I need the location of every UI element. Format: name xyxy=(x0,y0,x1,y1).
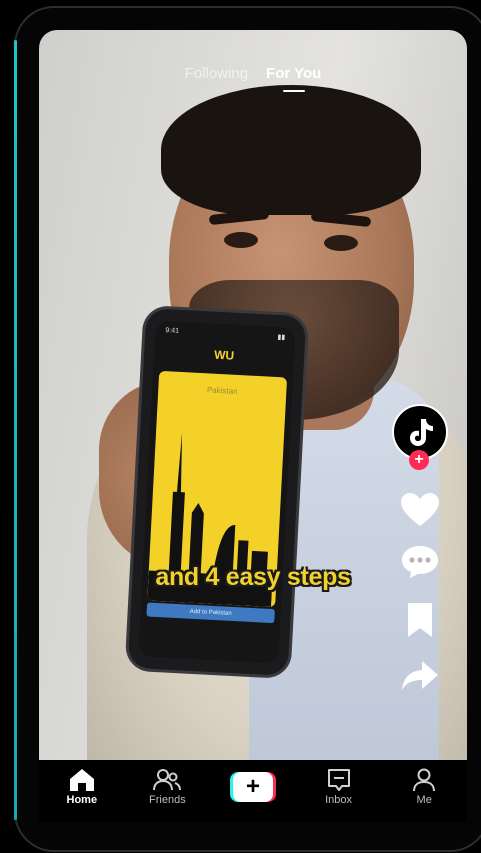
bottom-nav: Home Friends + Inbox Me xyxy=(39,760,467,822)
nav-me[interactable]: Me xyxy=(389,768,459,806)
bookmark-button[interactable] xyxy=(400,600,440,640)
nav-inbox-label: Inbox xyxy=(325,794,353,806)
create-button[interactable]: + xyxy=(229,772,276,802)
device-edge-highlight xyxy=(14,40,17,820)
person-eye xyxy=(224,232,258,248)
comment-button[interactable] xyxy=(400,542,440,582)
nav-home-label: Home xyxy=(66,794,98,806)
follow-plus-icon[interactable]: + xyxy=(409,450,429,470)
share-icon xyxy=(402,661,438,690)
held-phone-screen: 9:41 ▮▮ WU Pakistan Add to Pakistan xyxy=(138,320,296,664)
wu-logo: WU xyxy=(213,347,235,363)
held-phone-status-bar: 9:41 ▮▮ xyxy=(165,327,286,342)
comment-icon xyxy=(402,546,438,578)
bookmark-icon xyxy=(408,603,432,637)
home-icon xyxy=(69,769,94,791)
heart-icon xyxy=(401,493,439,526)
nav-me-label: Me xyxy=(416,794,432,806)
share-button[interactable] xyxy=(400,656,440,696)
inbox-icon xyxy=(327,769,350,791)
profile-icon xyxy=(413,768,436,792)
create-plus-icon: + xyxy=(232,772,273,802)
nav-friends-label: Friends xyxy=(149,794,186,806)
nav-inbox[interactable]: Inbox xyxy=(304,768,374,806)
tab-following[interactable]: Following xyxy=(185,65,248,82)
friends-icon xyxy=(153,769,182,791)
held-phone: 9:41 ▮▮ WU Pakistan Add to Pakistan xyxy=(127,308,307,676)
nav-home[interactable]: Home xyxy=(47,768,117,806)
feed-tabs: Following For You xyxy=(39,65,467,92)
person-eye xyxy=(324,235,358,251)
nav-create[interactable]: + xyxy=(218,768,288,802)
video-player[interactable]: 9:41 ▮▮ WU Pakistan Add to Pakistan and 4… xyxy=(39,30,467,760)
tiktok-logo-icon xyxy=(410,419,433,446)
person-hair xyxy=(161,85,421,215)
nav-friends[interactable]: Friends xyxy=(132,768,202,806)
like-button[interactable] xyxy=(400,490,440,530)
tab-for-you[interactable]: For You xyxy=(266,65,321,92)
